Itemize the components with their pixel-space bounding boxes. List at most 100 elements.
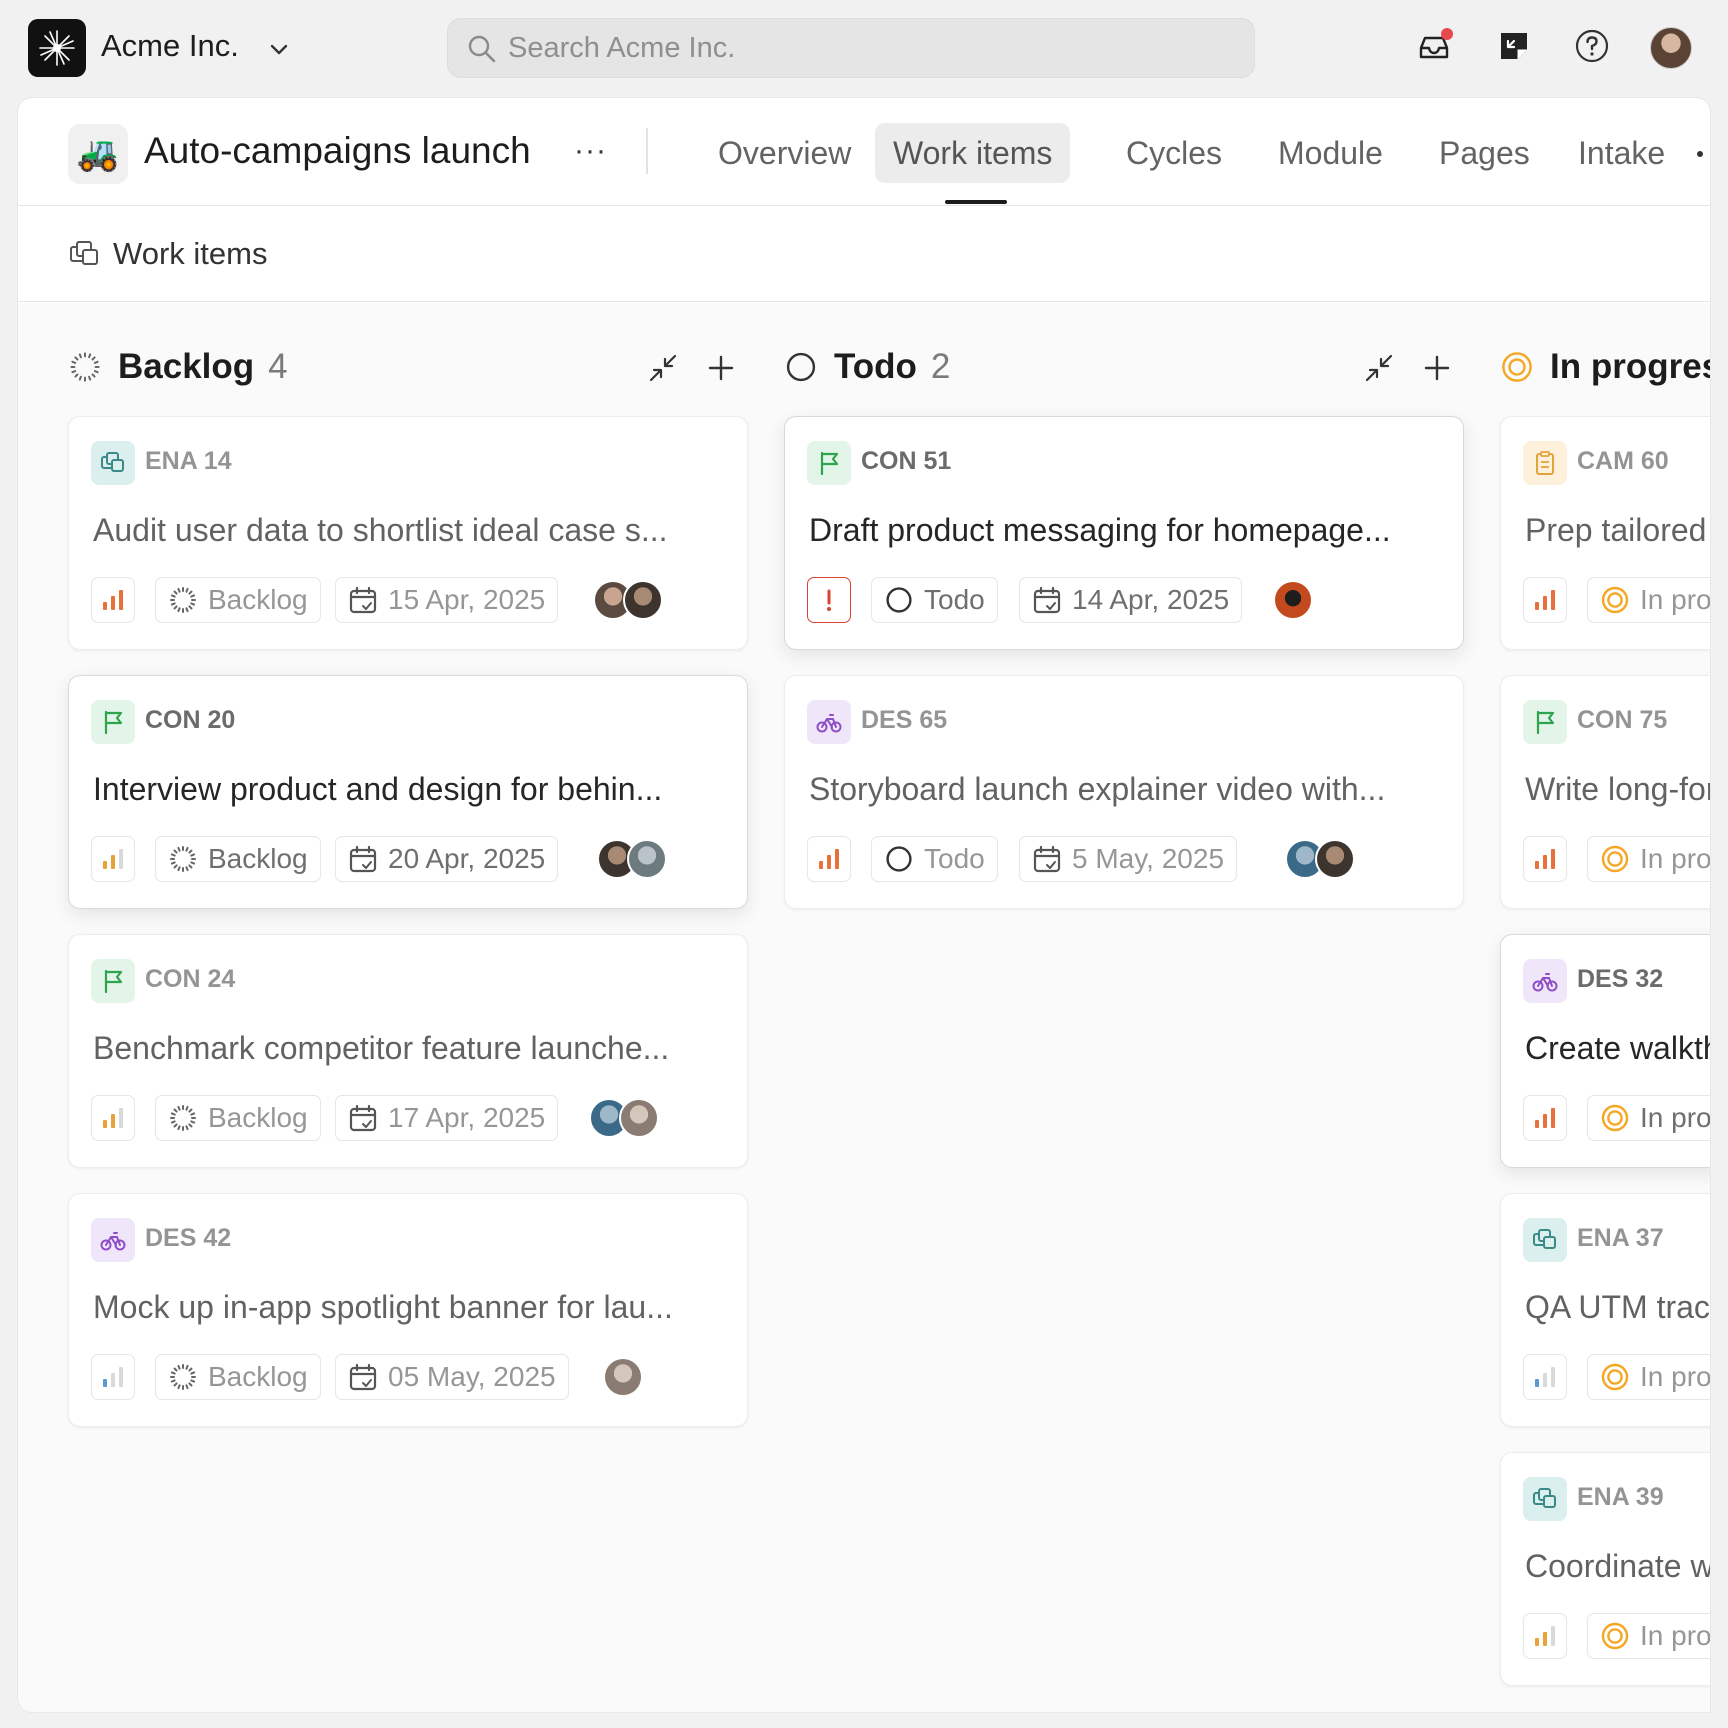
- signal-bars-icon: [103, 1108, 123, 1128]
- priority-button[interactable]: [1523, 577, 1567, 623]
- state-chip[interactable]: In pro: [1587, 1095, 1710, 1141]
- whats-new-button[interactable]: [1494, 26, 1534, 66]
- collapse-column-button[interactable]: [646, 351, 680, 385]
- state-chip[interactable]: In pro: [1587, 577, 1710, 623]
- project-title[interactable]: Auto-campaigns launch: [144, 130, 531, 172]
- calendar-icon: [1033, 586, 1061, 614]
- work-item-title[interactable]: Storyboard launch explainer video with..…: [809, 771, 1441, 808]
- work-item-id: DES 32: [1577, 965, 1664, 993]
- add-work-item-button[interactable]: [704, 351, 738, 385]
- work-item-card[interactable]: ENA 14 Audit user data to shortlist idea…: [68, 416, 748, 650]
- work-item-title[interactable]: Coordinate wi: [1525, 1548, 1710, 1585]
- work-item-card[interactable]: CAM 60 Prep tailored c In pro: [1500, 416, 1710, 650]
- priority-button[interactable]: [91, 1354, 135, 1400]
- assignee-avatar[interactable]: [1273, 580, 1313, 620]
- collapse-column-button[interactable]: [1362, 351, 1396, 385]
- due-date-chip[interactable]: 5 May, 2025: [1019, 836, 1238, 882]
- state-chip[interactable]: Todo: [871, 577, 998, 623]
- workspace-name[interactable]: Acme Inc.: [101, 28, 239, 64]
- signal-bars-icon: [1535, 1367, 1555, 1387]
- due-date-chip[interactable]: 20 Apr, 2025: [335, 836, 559, 882]
- assignee-avatar[interactable]: [627, 839, 667, 879]
- work-item-card[interactable]: DES 65 Storyboard launch explainer video…: [784, 675, 1464, 909]
- priority-button[interactable]: [1523, 1354, 1567, 1400]
- column-header-0: Backlog 4: [68, 343, 748, 393]
- project-more-button[interactable]: ···: [574, 134, 607, 168]
- tabs-overflow-icon[interactable]: [1694, 148, 1706, 160]
- priority-button[interactable]: [1523, 1613, 1567, 1659]
- work-item-title[interactable]: Audit user data to shortlist ideal case …: [93, 512, 725, 549]
- state-chip[interactable]: In pro: [1587, 1613, 1710, 1659]
- state-chip[interactable]: Backlog: [155, 1354, 321, 1400]
- state-chip[interactable]: Backlog: [155, 1095, 321, 1141]
- project-emoji[interactable]: 🚜: [68, 124, 128, 184]
- project-header: 🚜 Auto-campaigns launch ··· Overview Wor…: [18, 98, 1710, 206]
- state-chip[interactable]: Backlog: [155, 836, 321, 882]
- flag-icon: [104, 969, 123, 994]
- state-chip[interactable]: Todo: [871, 836, 998, 882]
- work-item-title[interactable]: Write long-forı: [1525, 771, 1710, 808]
- user-avatar[interactable]: [1650, 27, 1692, 69]
- card-properties: Backlog 15 Apr, 2025: [91, 577, 731, 623]
- work-item-title[interactable]: Mock up in-app spotlight banner for lau.…: [93, 1289, 725, 1326]
- work-item-card[interactable]: CON 51 Draft product messaging for homep…: [784, 416, 1464, 650]
- work-item-id: CON 24: [145, 965, 236, 993]
- work-item-card[interactable]: CON 75 Write long-forı In pro: [1500, 675, 1710, 909]
- assignee-avatar[interactable]: [1315, 839, 1355, 879]
- work-item-title[interactable]: Create walkthı: [1525, 1030, 1710, 1067]
- notification-dot: [1441, 28, 1453, 40]
- tab-work-items[interactable]: Work items: [875, 123, 1071, 183]
- card-properties: In pro: [1523, 1095, 1710, 1141]
- project-panel: 🚜 Auto-campaigns launch ··· Overview Wor…: [18, 98, 1710, 1712]
- work-item-id: DES 42: [145, 1224, 232, 1252]
- tab-pages[interactable]: Pages: [1421, 123, 1548, 183]
- work-item-card[interactable]: CON 24 Benchmark competitor feature laun…: [68, 934, 748, 1168]
- state-chip[interactable]: In pro: [1587, 836, 1710, 882]
- due-date-chip[interactable]: 05 May, 2025: [335, 1354, 569, 1400]
- work-item-card[interactable]: ENA 39 Coordinate wi In pro: [1500, 1452, 1710, 1686]
- help-button[interactable]: [1572, 26, 1612, 66]
- work-item-type: [1523, 700, 1567, 744]
- work-item-id: CON 20: [145, 706, 236, 734]
- work-item-title[interactable]: Draft product messaging for homepage...: [809, 512, 1441, 549]
- priority-button[interactable]: [91, 836, 135, 882]
- work-item-title[interactable]: Interview product and design for behin..…: [93, 771, 725, 808]
- tractor-icon: 🚜: [76, 135, 120, 173]
- inbox-button[interactable]: [1415, 26, 1455, 66]
- work-item-title[interactable]: Benchmark competitor feature launche...: [93, 1030, 725, 1067]
- priority-urgent-button[interactable]: [807, 577, 851, 623]
- assignee-avatar[interactable]: [619, 1098, 659, 1138]
- tab-overview[interactable]: Overview: [700, 123, 869, 183]
- priority-button[interactable]: [807, 836, 851, 882]
- tab-cycles[interactable]: Cycles: [1108, 123, 1240, 183]
- work-item-card[interactable]: CON 20 Interview product and design for …: [68, 675, 748, 909]
- top-bar: Acme Inc.: [0, 0, 1728, 98]
- priority-button[interactable]: [1523, 836, 1567, 882]
- work-item-card[interactable]: DES 42 Mock up in-app spotlight banner f…: [68, 1193, 748, 1427]
- work-item-card[interactable]: DES 32 Create walkthı In pro: [1500, 934, 1710, 1168]
- work-item-title[interactable]: QA UTM track: [1525, 1289, 1710, 1326]
- tab-module[interactable]: Module: [1260, 123, 1401, 183]
- layers-icon: [1533, 1229, 1556, 1249]
- due-date-chip[interactable]: 14 Apr, 2025: [1019, 577, 1243, 623]
- priority-button[interactable]: [91, 1095, 135, 1141]
- signal-bars-icon: [1535, 1108, 1555, 1128]
- assignee-avatar[interactable]: [603, 1357, 643, 1397]
- workspace-logo[interactable]: [28, 19, 86, 77]
- state-chip[interactable]: Backlog: [155, 577, 321, 623]
- plus-icon: [708, 355, 734, 381]
- due-date-chip[interactable]: 17 Apr, 2025: [335, 1095, 559, 1141]
- work-item-type: [91, 1218, 135, 1262]
- add-work-item-button[interactable]: [1420, 351, 1454, 385]
- due-date-chip[interactable]: 15 Apr, 2025: [335, 577, 559, 623]
- work-item-card[interactable]: ENA 37 QA UTM track In pro: [1500, 1193, 1710, 1427]
- priority-button[interactable]: [91, 577, 135, 623]
- tab-intake[interactable]: Intake: [1560, 123, 1683, 183]
- priority-button[interactable]: [1523, 1095, 1567, 1141]
- chevron-down-icon[interactable]: [266, 36, 292, 62]
- state-chip[interactable]: In pro: [1587, 1354, 1710, 1400]
- work-item-title[interactable]: Prep tailored c: [1525, 512, 1710, 549]
- search-bar[interactable]: [447, 18, 1255, 78]
- search-input[interactable]: [508, 19, 1228, 77]
- assignee-avatar[interactable]: [623, 580, 663, 620]
